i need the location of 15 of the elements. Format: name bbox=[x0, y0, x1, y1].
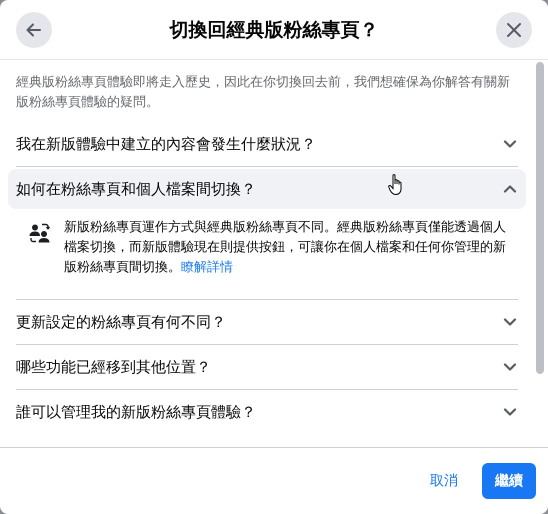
intro-text: 經典版粉絲專頁體驗即將走入歷史，因此在你切換回去前，我們想確保為你解答有關新版粉絲專頁體驗的疑問。 bbox=[15, 73, 511, 111]
faq-question[interactable]: 哪些功能已經移到其他位置？ bbox=[8, 347, 526, 387]
close-button[interactable] bbox=[496, 12, 532, 48]
dialog-title: 切換回經典版粉絲專頁？ bbox=[170, 18, 378, 42]
answer-text: 新版粉絲專頁運作方式與經典版粉絲專頁不同。經典版粉絲專頁僅能透過個人檔案切換，而新版體驗現在則提供按鈕，可讓你在個人檔案和任何你管理的新版粉絲專頁間切換。瞭解詳情 bbox=[64, 218, 506, 276]
back-button[interactable] bbox=[16, 12, 52, 48]
switch-profiles-icon bbox=[28, 221, 52, 245]
learn-more-link[interactable]: 瞭解詳情 bbox=[181, 259, 233, 274]
scrollbar[interactable] bbox=[536, 62, 544, 374]
continue-button[interactable]: 繼續 bbox=[482, 463, 536, 499]
faq-question[interactable]: 如何在粉絲專頁和個人檔案間切換？ bbox=[8, 169, 526, 209]
cancel-button[interactable]: 取消 bbox=[418, 464, 470, 498]
faq-question[interactable]: 我在新版體驗中建立的內容會發生什麼狀況？ bbox=[8, 124, 526, 164]
faq-question[interactable]: 誰可以管理我的新版粉絲專頁體驗？ bbox=[8, 392, 526, 432]
faq-question[interactable]: 更新設定的粉絲專頁有何不同？ bbox=[8, 302, 526, 342]
